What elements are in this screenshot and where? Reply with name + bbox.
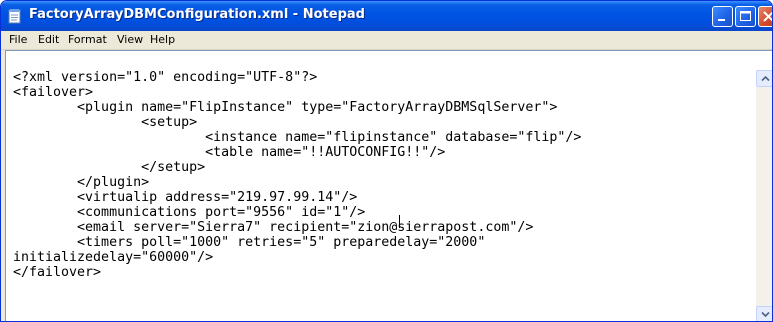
notepad-window: FactoryArrayDBMConfiguration.xml - Notep… [0, 0, 773, 322]
menu-file[interactable]: File [9, 33, 27, 46]
editor-line: </setup> [13, 160, 206, 175]
title-bar[interactable]: FactoryArrayDBMConfiguration.xml - Notep… [1, 1, 772, 31]
menu-help[interactable]: Help [150, 33, 175, 46]
editor-line: <instance name="flipinstance" database="… [13, 130, 582, 145]
close-button[interactable] [758, 6, 772, 27]
editor-line: <?xml version="1.0" encoding="UTF-8"?> [13, 70, 318, 85]
vertical-scrollbar[interactable] [756, 70, 772, 321]
editor-line: <timers poll="1000" retries="5" prepared… [13, 235, 486, 250]
scroll-down-arrow-icon [761, 311, 770, 318]
text-caret [399, 215, 400, 228]
editor-line: <email server="Sierra7" recipient="zion@… [13, 220, 534, 235]
menu-view[interactable]: View [117, 33, 143, 46]
editor-line: </plugin> [13, 175, 150, 190]
maximize-button[interactable] [735, 6, 756, 27]
editor-content[interactable]: <?xml version="1.0" encoding="UTF-8"?> <… [13, 70, 753, 321]
scroll-up-button[interactable] [756, 70, 772, 87]
editor-line: <communications port="9556" id="1"/> [13, 205, 366, 220]
menu-format[interactable]: Format [68, 33, 107, 46]
editor-line: <table name="!!AUTOCONFIG!!"/> [13, 145, 446, 160]
editor-line: <setup> [13, 115, 198, 130]
menu-edit[interactable]: Edit [38, 33, 59, 46]
editor-line: </failover> [13, 265, 102, 280]
editor-line: <plugin name="FlipInstance" type="Factor… [13, 100, 558, 115]
close-icon [763, 11, 772, 22]
editor-line: <virtualip address="219.97.99.14"/> [13, 190, 358, 205]
menu-bar: File Edit Format View Help [1, 31, 772, 50]
window-title: FactoryArrayDBMConfiguration.xml - Notep… [29, 7, 365, 22]
editor-line: initializedelay="60000"/> [13, 250, 214, 265]
notepad-icon[interactable] [7, 8, 23, 24]
scroll-up-arrow-icon [761, 75, 770, 82]
minimize-icon [718, 19, 725, 21]
editor-line: <failover> [13, 85, 94, 100]
scroll-down-button[interactable] [756, 306, 772, 321]
minimize-button[interactable] [712, 6, 733, 27]
maximize-icon [740, 11, 751, 21]
